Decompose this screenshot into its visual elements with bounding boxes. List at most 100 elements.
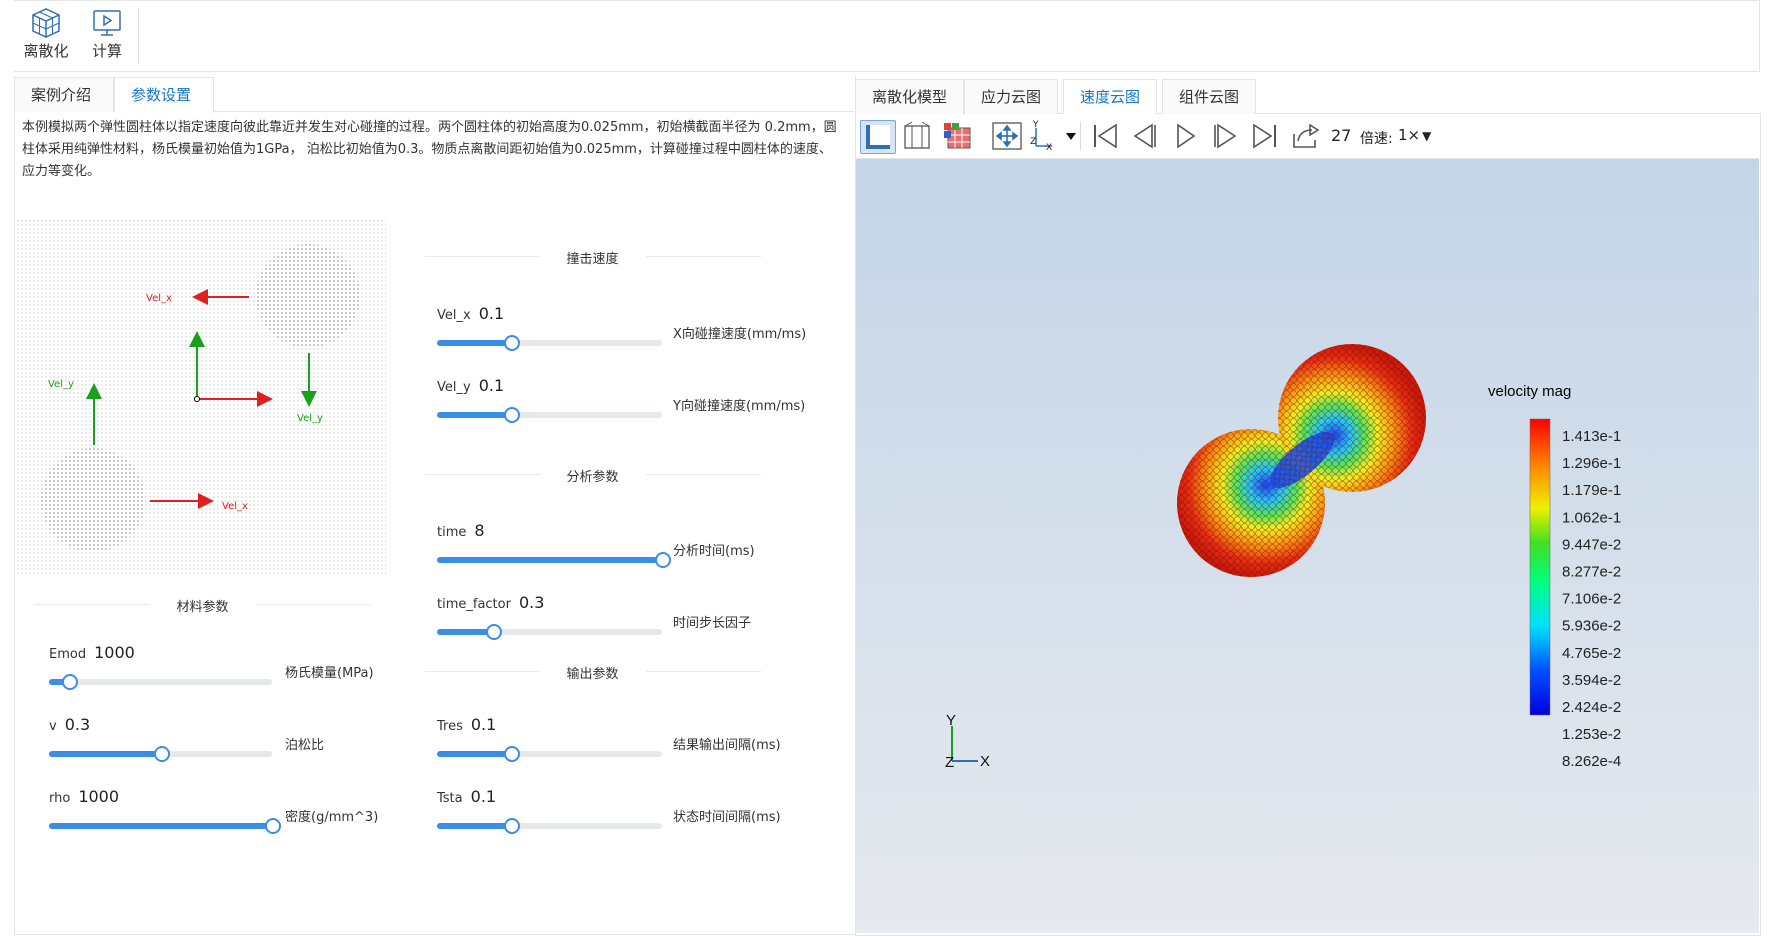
param-value: 8 bbox=[474, 521, 485, 540]
param-slider[interactable] bbox=[49, 818, 281, 834]
tab-label: 离散化模型 bbox=[872, 88, 948, 106]
param-name: Vel_y bbox=[437, 380, 471, 395]
collision-schematic: Vel_x Vel_x Vel_y Vel_y bbox=[16, 219, 386, 575]
param-name: rho bbox=[49, 791, 71, 806]
param-value: 0.3 bbox=[64, 715, 91, 734]
param-label: rho 1000 bbox=[49, 787, 119, 806]
last-frame-icon[interactable] bbox=[1248, 120, 1282, 152]
slider-fill bbox=[437, 823, 512, 829]
param-description: 时间步长因子 bbox=[673, 616, 752, 631]
param-label: Vel_x 0.1 bbox=[437, 304, 504, 323]
section-divider bbox=[425, 474, 540, 475]
vel-x-bottom-label: Vel_x bbox=[222, 501, 248, 512]
slider-fill bbox=[49, 823, 272, 829]
speed-value: 1× bbox=[1398, 126, 1421, 144]
tab-component-contour[interactable]: 组件云图 bbox=[1162, 79, 1257, 114]
section-divider bbox=[646, 671, 761, 672]
grid-cube-icon[interactable] bbox=[940, 120, 974, 152]
play-icon[interactable] bbox=[1168, 120, 1202, 152]
axes-orientation-icon[interactable]: YZ X bbox=[1028, 120, 1078, 153]
param-slider[interactable] bbox=[437, 746, 662, 762]
param-slider[interactable] bbox=[437, 552, 671, 568]
compute-label: 计算 bbox=[91, 42, 122, 60]
legend-tick-label: 8.277e-2 bbox=[1562, 564, 1621, 581]
legend-tick-label: 5.936e-2 bbox=[1562, 618, 1621, 635]
next-frame-icon[interactable] bbox=[1208, 120, 1242, 152]
legend-tick-label: 9.447e-2 bbox=[1562, 536, 1621, 553]
param-slider[interactable] bbox=[437, 818, 662, 834]
slider-fill bbox=[437, 557, 662, 563]
param-description: 泊松比 bbox=[285, 738, 325, 753]
tab-label: 应力云图 bbox=[981, 88, 1042, 106]
svg-text:Z: Z bbox=[1030, 137, 1036, 147]
analysis-section-title: 分析参数 bbox=[566, 470, 619, 485]
vel-y-left-label: Vel_y bbox=[48, 379, 74, 390]
legend-tick-label: 1.413e-1 bbox=[1562, 428, 1621, 445]
slider-fill bbox=[437, 340, 512, 346]
param-value: 0.1 bbox=[478, 376, 505, 395]
legend-tick-label: 1.296e-1 bbox=[1562, 455, 1621, 472]
section-divider bbox=[425, 671, 540, 672]
legend-tick-label: 7.106e-2 bbox=[1562, 591, 1621, 608]
tab-discretized-model[interactable]: 离散化模型 bbox=[855, 79, 965, 114]
param-slider[interactable] bbox=[437, 335, 662, 351]
section-divider bbox=[646, 474, 761, 475]
param-name: Emod bbox=[49, 647, 87, 662]
param-slider[interactable] bbox=[437, 624, 662, 640]
slider-handle[interactable] bbox=[62, 674, 79, 690]
section-divider bbox=[646, 256, 761, 257]
tab-label: 参数设置 bbox=[131, 86, 192, 104]
3d-viewport[interactable]: velocity mag 1.413e-1 1.296e-1 1.179e-1 1.0… bbox=[856, 159, 1759, 933]
param-name: Tsta bbox=[437, 791, 463, 806]
fit-view-icon[interactable] bbox=[990, 120, 1024, 152]
chevron-down-icon: ▼ bbox=[1422, 129, 1432, 143]
legend-tick-label: 1.062e-1 bbox=[1562, 509, 1621, 526]
param-description: 杨氏模量(MPa) bbox=[285, 666, 374, 681]
param-slider[interactable] bbox=[437, 407, 662, 423]
legend-tick-label: 8.262e-4 bbox=[1562, 753, 1621, 770]
frame-counter: 27 bbox=[1331, 126, 1352, 145]
wireframe-view-icon[interactable] bbox=[900, 120, 934, 152]
case-description: 本例模拟两个弹性圆柱体以指定速度向彼此靠近并发生对心碰撞的过程。两个圆柱体的初始… bbox=[22, 120, 837, 179]
legend-tick-label: 2.424e-2 bbox=[1562, 699, 1621, 716]
first-frame-icon[interactable] bbox=[1088, 120, 1122, 152]
param-label: v 0.3 bbox=[49, 715, 90, 734]
param-value: 0.1 bbox=[470, 787, 497, 806]
slider-handle[interactable] bbox=[153, 746, 170, 762]
param-label: Tres 0.1 bbox=[437, 715, 496, 734]
prev-frame-icon[interactable] bbox=[1128, 120, 1162, 152]
slider-fill bbox=[437, 751, 512, 757]
param-slider[interactable] bbox=[49, 674, 272, 690]
speed-label: 倍速: bbox=[1360, 131, 1393, 147]
tab-case-intro[interactable]: 案例介绍 bbox=[14, 77, 114, 112]
slider-handle[interactable] bbox=[265, 818, 281, 834]
param-slider[interactable] bbox=[49, 746, 272, 762]
slider-fill bbox=[49, 751, 161, 757]
slider-handle[interactable] bbox=[655, 552, 671, 568]
param-value: 0.1 bbox=[478, 304, 505, 323]
param-description: Y向碰撞速度(mm/ms) bbox=[673, 399, 806, 414]
discretize-button[interactable]: 离散化 bbox=[18, 4, 74, 66]
tab-velocity-contour[interactable]: 速度云图 bbox=[1063, 79, 1158, 115]
tab-param-settings[interactable]: 参数设置 bbox=[114, 77, 214, 113]
param-description: 分析时间(ms) bbox=[673, 544, 755, 559]
slider-fill bbox=[437, 412, 512, 418]
axis-x-label: X bbox=[980, 753, 990, 770]
param-value: 0.1 bbox=[470, 715, 497, 734]
vel-x-top-label: Vel_x bbox=[146, 293, 172, 304]
solid-view-icon[interactable] bbox=[860, 120, 896, 154]
export-icon[interactable] bbox=[1288, 120, 1322, 152]
param-value: 1000 bbox=[78, 787, 120, 806]
material-section-title: 材料参数 bbox=[176, 600, 229, 615]
legend-tick-label: 3.594e-2 bbox=[1562, 672, 1621, 689]
tab-stress-contour[interactable]: 应力云图 bbox=[964, 79, 1059, 114]
monitor-play-icon bbox=[93, 10, 121, 36]
param-description: 密度(g/mm^3) bbox=[285, 810, 379, 825]
section-divider bbox=[256, 604, 371, 605]
compute-button[interactable]: 计算 bbox=[79, 4, 135, 66]
speed-select[interactable]: 1× ▼ bbox=[1398, 126, 1431, 144]
toolbar-divider bbox=[1080, 122, 1081, 150]
legend-title: velocity mag bbox=[1488, 383, 1571, 400]
param-name: Tres bbox=[437, 719, 463, 734]
axis-z-label: Z bbox=[945, 754, 954, 771]
